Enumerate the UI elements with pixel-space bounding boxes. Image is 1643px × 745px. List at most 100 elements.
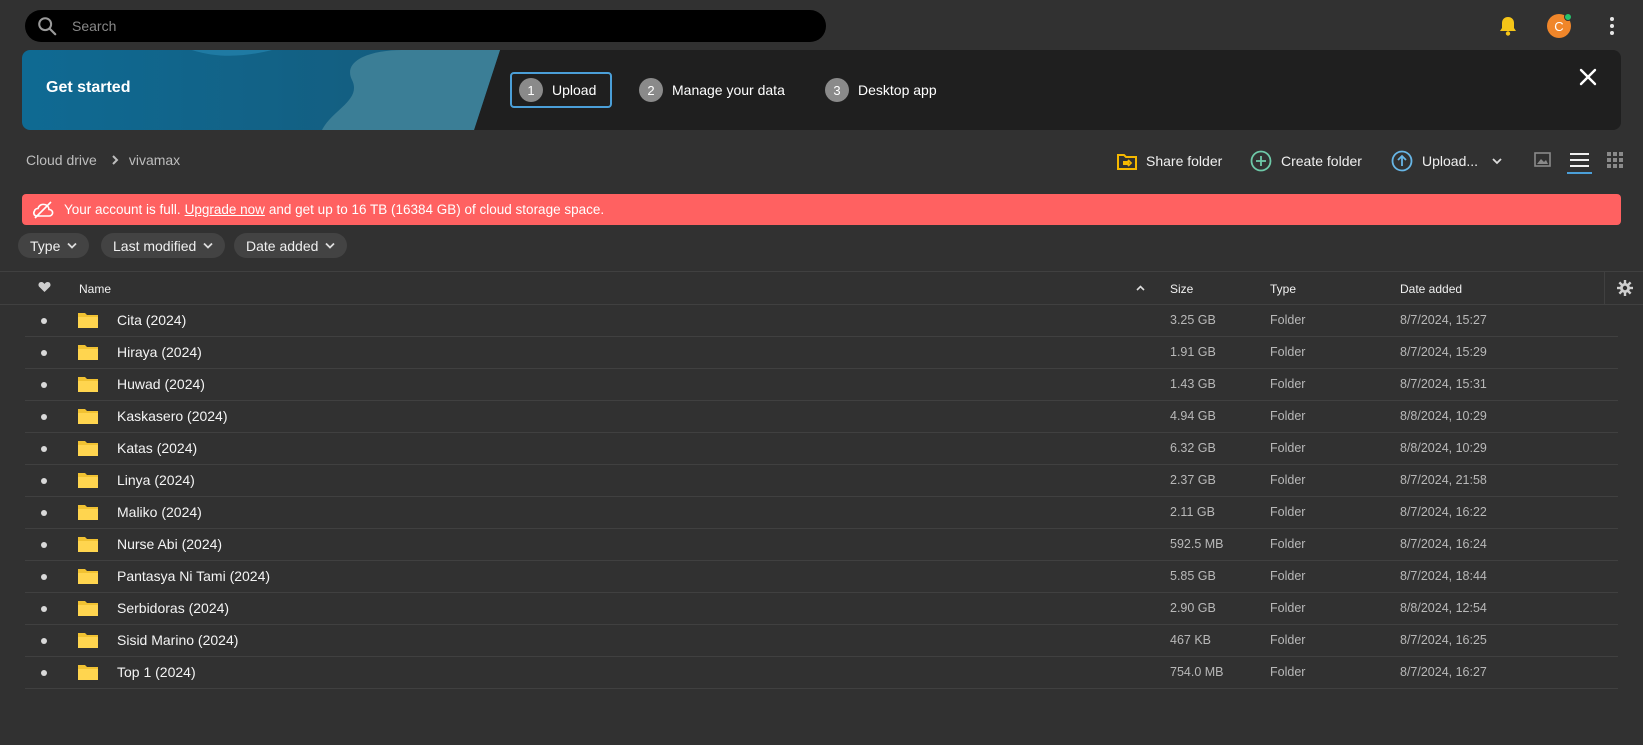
table-row[interactable]: Linya (2024) 2.37 GB Folder 8/7/2024, 21:58 — [25, 465, 1618, 497]
column-header-type[interactable]: Type — [1270, 282, 1296, 296]
row-type: Folder — [1270, 345, 1306, 359]
column-settings[interactable] — [1604, 271, 1643, 305]
table-row[interactable]: Kaskasero (2024) 4.94 GB Folder 8/8/2024, 1… — [25, 401, 1618, 433]
table-row[interactable]: Huwad (2024) 1.43 GB Folder 8/7/2024, 15:31 — [25, 369, 1618, 401]
row-size: 592.5 MB — [1170, 537, 1224, 551]
favourite-dot[interactable] — [41, 606, 47, 612]
upload-button[interactable]: Upload... — [1391, 149, 1502, 173]
row-type: Folder — [1270, 537, 1306, 551]
row-name[interactable]: Nurse Abi (2024) — [117, 536, 222, 552]
grid-view-icon[interactable] — [1607, 152, 1623, 168]
row-name[interactable]: Pantasya Ni Tami (2024) — [117, 568, 270, 584]
row-date-added: 8/8/2024, 10:29 — [1400, 441, 1487, 455]
row-name[interactable]: Maliko (2024) — [117, 504, 202, 520]
column-header-size[interactable]: Size — [1170, 282, 1193, 296]
table-row[interactable]: Sisid Marino (2024) 467 KB Folder 8/7/2024,… — [25, 625, 1618, 657]
table-row[interactable]: Nurse Abi (2024) 592.5 MB Folder 8/7/2024, … — [25, 529, 1618, 561]
step-number: 2 — [639, 78, 663, 102]
row-date-added: 8/7/2024, 16:24 — [1400, 537, 1487, 551]
favourite-dot[interactable] — [41, 414, 47, 420]
row-name[interactable]: Kaskasero (2024) — [117, 408, 228, 424]
folder-icon — [78, 633, 98, 648]
gear-icon — [1617, 280, 1633, 296]
row-name[interactable]: Katas (2024) — [117, 440, 197, 456]
alert-text-suffix: and get up to 16 TB (16384 GB) of cloud … — [268, 202, 605, 217]
row-date-added: 8/7/2024, 15:31 — [1400, 377, 1487, 391]
table-row[interactable]: Serbidoras (2024) 2.90 GB Folder 8/8/2024, … — [25, 593, 1618, 625]
thumbnail-view-icon[interactable] — [1534, 152, 1551, 167]
row-name[interactable]: Serbidoras (2024) — [117, 600, 229, 616]
favourite-dot[interactable] — [41, 510, 47, 516]
favourite-dot[interactable] — [41, 382, 47, 388]
column-header-name[interactable]: Name — [79, 282, 111, 296]
close-icon[interactable] — [1577, 66, 1599, 88]
chevron-down-icon — [325, 242, 336, 249]
row-name[interactable]: Top 1 (2024) — [117, 664, 196, 680]
filter-type[interactable]: Type — [18, 233, 90, 258]
create-folder-button[interactable]: Create folder — [1250, 149, 1362, 173]
favourite-dot[interactable] — [41, 350, 47, 356]
heart-icon[interactable] — [38, 281, 51, 293]
active-view-indicator — [1567, 172, 1592, 174]
column-header-date-added[interactable]: Date added — [1400, 282, 1462, 296]
row-name[interactable]: Linya (2024) — [117, 472, 195, 488]
favourite-dot[interactable] — [41, 446, 47, 452]
row-size: 754.0 MB — [1170, 665, 1224, 679]
chevron-right-icon — [112, 155, 119, 165]
row-type: Folder — [1270, 633, 1306, 647]
share-folder-icon — [1117, 154, 1137, 170]
avatar[interactable]: C — [1547, 13, 1572, 38]
row-name[interactable]: Cita (2024) — [117, 312, 186, 328]
table-row[interactable]: Cita (2024) 3.25 GB Folder 8/7/2024, 15:27 — [25, 305, 1618, 337]
sort-ascending-icon[interactable] — [1136, 285, 1145, 291]
step-label: Upload — [552, 82, 597, 98]
table-row[interactable]: Pantasya Ni Tami (2024) 5.85 GB Folder 8/7/… — [25, 561, 1618, 593]
search-bar[interactable] — [25, 10, 826, 42]
breadcrumb-root[interactable]: Cloud drive — [26, 152, 97, 168]
favourite-dot[interactable] — [41, 670, 47, 676]
favourite-dot[interactable] — [41, 638, 47, 644]
upgrade-now-link[interactable]: Upgrade now — [185, 202, 265, 217]
favourite-dot[interactable] — [41, 478, 47, 484]
row-name[interactable]: Hiraya (2024) — [117, 344, 202, 360]
row-type: Folder — [1270, 601, 1306, 615]
favourite-dot[interactable] — [41, 574, 47, 580]
table-row[interactable]: Maliko (2024) 2.11 GB Folder 8/7/2024, 16:2… — [25, 497, 1618, 529]
step-desktop-app[interactable]: 3 Desktop app — [825, 72, 937, 108]
chevron-down-icon[interactable] — [1492, 157, 1502, 165]
row-name[interactable]: Huwad (2024) — [117, 376, 205, 392]
filter-last-modified[interactable]: Last modified — [101, 233, 226, 258]
table-row[interactable]: Top 1 (2024) 754.0 MB Folder 8/7/2024, 16:2… — [25, 657, 1618, 689]
favourite-dot[interactable] — [41, 542, 47, 548]
step-number: 1 — [519, 78, 543, 102]
row-type: Folder — [1270, 377, 1306, 391]
cloud-off-icon — [33, 200, 54, 219]
filter-date-added[interactable]: Date added — [234, 233, 348, 258]
upload-label: Upload... — [1422, 153, 1479, 169]
step-upload[interactable]: 1 Upload — [510, 72, 613, 108]
search-icon — [38, 17, 57, 36]
row-date-added: 8/7/2024, 16:25 — [1400, 633, 1487, 647]
filter-date-added-label: Date added — [246, 237, 319, 254]
search-input[interactable] — [72, 18, 772, 34]
table-row[interactable]: Hiraya (2024) 1.91 GB Folder 8/7/2024, 15:2… — [25, 337, 1618, 369]
bell-icon[interactable] — [1498, 15, 1518, 37]
filter-last-modified-label: Last modified — [113, 237, 197, 254]
more-vertical-icon[interactable] — [1608, 16, 1616, 36]
share-folder-label: Share folder — [1146, 153, 1223, 169]
folder-icon — [78, 505, 98, 520]
folder-icon — [78, 473, 98, 488]
share-folder-button[interactable]: Share folder — [1117, 149, 1222, 173]
list-view-icon[interactable] — [1570, 152, 1589, 168]
favourite-dot[interactable] — [41, 318, 47, 324]
online-status-dot — [1564, 13, 1572, 21]
plus-circle-icon — [1250, 150, 1272, 172]
create-folder-label: Create folder — [1281, 153, 1362, 169]
row-type: Folder — [1270, 313, 1306, 327]
folder-icon — [78, 409, 98, 424]
row-name[interactable]: Sisid Marino (2024) — [117, 632, 238, 648]
step-manage-data[interactable]: 2 Manage your data — [639, 72, 785, 108]
row-date-added: 8/7/2024, 16:27 — [1400, 665, 1487, 679]
table-row[interactable]: Katas (2024) 6.32 GB Folder 8/8/2024, 10:29 — [25, 433, 1618, 465]
avatar-letter: C — [1554, 18, 1564, 34]
